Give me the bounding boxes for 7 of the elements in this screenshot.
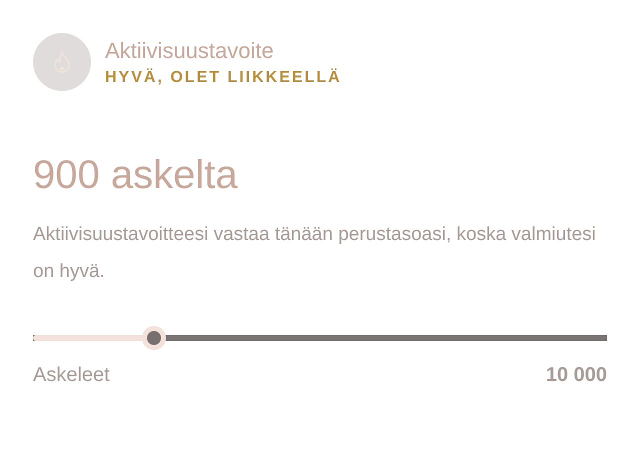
- goal-title: Aktiivisuustavoite: [105, 38, 275, 64]
- goal-status: HYVÄ, OLET LIIKKEELLÄ: [105, 68, 342, 86]
- steps-heading: 900 askelta: [33, 153, 239, 198]
- slider-label: Askeleet: [33, 364, 110, 387]
- goal-description: Aktiivisuustavoitteesi vastaa tänään perustasoasi, koska valmiutesi on hyvä.: [33, 223, 597, 284]
- slider-thumb[interactable]: [142, 326, 166, 350]
- slider-max-value: 10 000: [546, 364, 607, 387]
